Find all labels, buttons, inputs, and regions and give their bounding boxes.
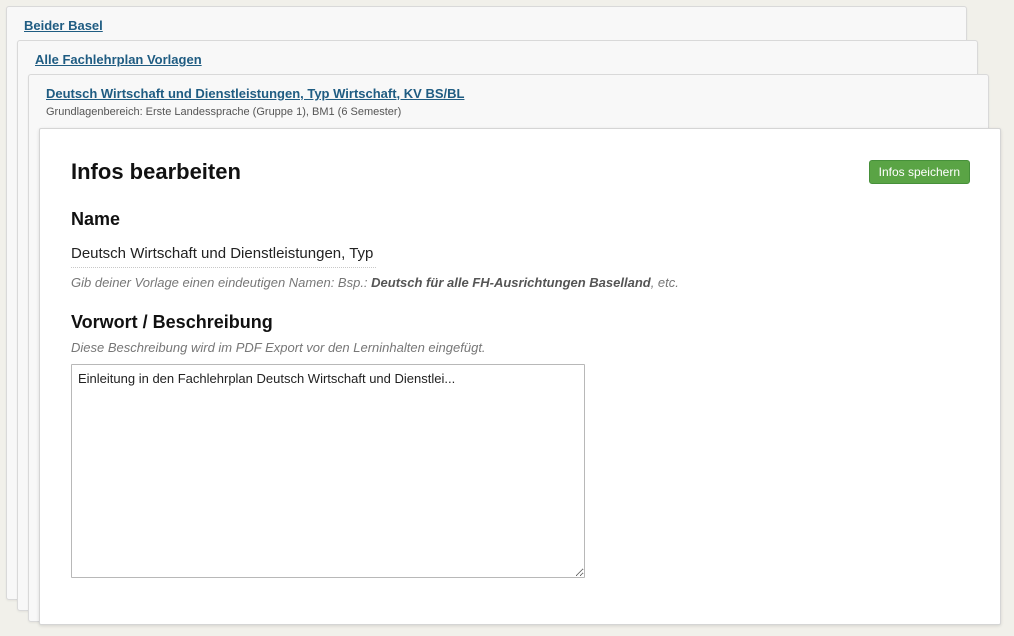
name-heading: Name bbox=[71, 209, 121, 229]
edit-info-panel: Infos bearbeiten Infos speichern Name Gi… bbox=[39, 128, 1001, 625]
breadcrumb-subtitle: Grundlagenbereich: Erste Landessprache (… bbox=[46, 106, 402, 118]
breadcrumb-link-vorlagen[interactable]: Alle Fachlehrplan Vorlagen bbox=[35, 52, 202, 67]
breadcrumb-link-beider-basel[interactable]: Beider Basel bbox=[24, 18, 103, 33]
name-hint-example: Deutsch für alle FH-Ausrichtungen Basell… bbox=[371, 275, 651, 290]
name-hint: Gib deiner Vorlage einen eindeutigen Nam… bbox=[71, 275, 679, 290]
name-hint-suffix: , etc. bbox=[650, 275, 679, 290]
name-input[interactable] bbox=[71, 239, 376, 268]
name-hint-prefix: Gib deiner Vorlage einen eindeutigen Nam… bbox=[71, 275, 372, 290]
breadcrumb-link-current-template[interactable]: Deutsch Wirtschaft und Dienstleistungen,… bbox=[46, 86, 464, 101]
save-info-button[interactable]: Infos speichern bbox=[868, 160, 970, 184]
description-heading: Vorwort / Beschreibung bbox=[71, 312, 273, 332]
description-textarea[interactable]: Einleitung in den Fachlehrplan Deutsch W… bbox=[71, 364, 585, 578]
panel-title: Infos bearbeiten bbox=[71, 159, 241, 184]
description-hint: Diese Beschreibung wird im PDF Export vo… bbox=[71, 340, 486, 355]
